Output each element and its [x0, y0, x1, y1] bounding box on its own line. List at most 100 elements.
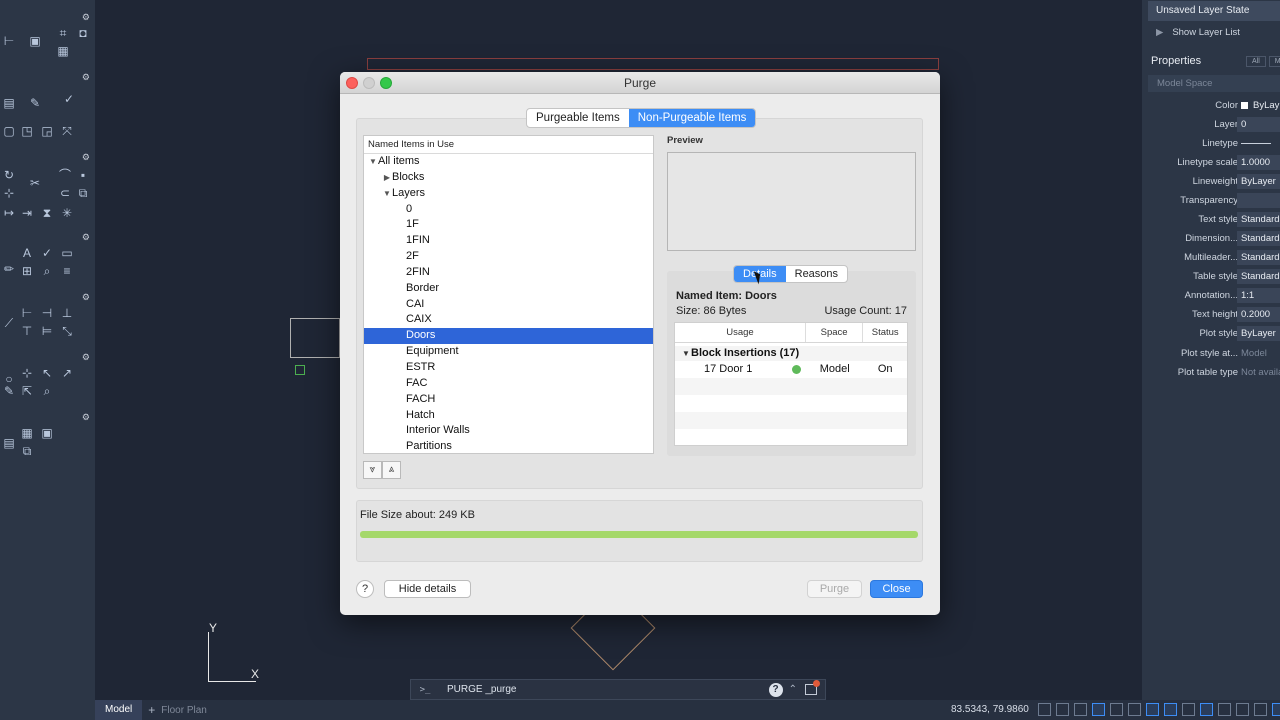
prop-row-text-height[interactable]: Text height 0.2000 — [1142, 307, 1280, 323]
tab-all[interactable]: All — [1246, 56, 1266, 67]
disclosure-closed-icon[interactable]: ▶ — [382, 170, 392, 186]
expand-all-icon[interactable]: ⩔ — [363, 461, 382, 479]
prop-row-layer[interactable]: Layer 0 — [1142, 117, 1280, 133]
attribute-tool-icon[interactable]: ◳ — [20, 124, 34, 138]
chevron-up-icon[interactable]: ⌃ — [789, 684, 797, 695]
close-button[interactable]: Close — [870, 580, 923, 598]
xref-tool-icon[interactable]: ⧉ — [20, 444, 34, 458]
minimize-window-icon[interactable] — [363, 77, 375, 89]
linear-dim-icon[interactable]: ⊢ — [20, 306, 34, 320]
tree-item-layer[interactable]: FACH — [364, 392, 653, 408]
continue-dim-icon[interactable]: ⊨ — [40, 324, 54, 338]
ortho-toggle-icon[interactable] — [1074, 703, 1087, 716]
trim-tool-icon[interactable]: ✂ — [28, 176, 42, 190]
region-tool-icon[interactable]: ▦ — [56, 44, 70, 58]
help-icon[interactable]: ? — [768, 682, 783, 697]
col-usage[interactable]: Usage — [675, 323, 806, 342]
tree-item-layer[interactable]: 0 — [364, 202, 653, 218]
node-tool-icon[interactable]: ⊹ — [20, 366, 34, 380]
tree-item-layer[interactable]: FAC — [364, 376, 653, 392]
col-status[interactable]: Status — [863, 323, 907, 342]
image-tool-icon[interactable]: ▣ — [40, 426, 54, 440]
pencil-tool-icon[interactable]: ✎ — [2, 384, 16, 398]
disclosure-open-icon[interactable]: ▼ — [368, 154, 378, 170]
brush-tool-icon[interactable]: ✏ — [2, 262, 16, 276]
tab-reasons[interactable]: Reasons — [786, 266, 847, 282]
mtext-tool-icon[interactable]: ≡ — [60, 264, 74, 278]
baseline-dim-icon[interactable]: ⊤ — [20, 324, 34, 338]
insert-tool-icon[interactable]: ⤧ — [60, 124, 74, 138]
move-tool-icon[interactable]: ⊹ — [2, 186, 16, 200]
col-space[interactable]: Space — [806, 323, 864, 342]
tree-item-layer[interactable]: CAIX — [364, 312, 653, 328]
leader-tool-icon[interactable]: ⤡ — [60, 324, 74, 338]
prop-row-color[interactable]: Color ByLay — [1142, 98, 1280, 114]
prop-row-linetype-scale[interactable]: Linetype scale 1.0000 — [1142, 155, 1280, 171]
prop-row-multileader[interactable]: Multileader... Standard — [1142, 250, 1280, 266]
gear-icon[interactable]: ⚙ — [82, 352, 90, 363]
tree-item-all[interactable]: ▼All items — [364, 154, 653, 170]
camera-tool-icon[interactable]: ◘ — [76, 26, 90, 40]
tree-item-layer[interactable]: Equipment — [364, 344, 653, 360]
sheet-tool-icon[interactable]: ▤ — [2, 436, 16, 450]
prop-row-transparency[interactable]: Transparency — [1142, 193, 1280, 209]
block-tool-icon[interactable]: ▢ — [2, 124, 16, 138]
tree-item-layer[interactable]: 1FIN — [364, 233, 653, 249]
workspace-icon[interactable] — [1254, 703, 1267, 716]
select-tool-icon[interactable]: ⌗ — [56, 26, 70, 40]
copy-tool-icon[interactable]: ⧉ — [76, 186, 90, 200]
gear-icon[interactable]: ⚙ — [82, 152, 90, 163]
prop-row-text-style[interactable]: Text style Standard — [1142, 212, 1280, 228]
prop-row-lineweight[interactable]: Lineweight ByLayer — [1142, 174, 1280, 190]
tree-item-layer[interactable]: 1F — [364, 217, 653, 233]
paste-tool-icon[interactable]: ▤ — [2, 96, 16, 110]
polar-toggle-icon[interactable] — [1092, 703, 1105, 716]
tab-floor-plan[interactable]: Floor Plan — [161, 705, 207, 716]
tree-item-layer[interactable]: Border — [364, 281, 653, 297]
spell-tool-icon[interactable]: ✓ — [40, 246, 54, 260]
line-tool-icon[interactable]: ⊢ — [2, 34, 16, 48]
mirror-tool-icon[interactable]: ⧗ — [40, 206, 54, 220]
text-tool-icon[interactable]: A — [20, 246, 34, 260]
add-layout-button[interactable]: + — [142, 703, 161, 717]
gear-icon[interactable]: ⚙ — [82, 72, 90, 83]
edit-tool-icon[interactable]: ✎ — [28, 96, 42, 110]
named-items-tree[interactable]: Named Items in Use ▼All items ▶ Blocks ▼L… — [363, 135, 654, 454]
lweight-toggle-icon[interactable] — [1182, 703, 1195, 716]
osnap-toggle-icon[interactable] — [1128, 703, 1141, 716]
field-tool-icon[interactable]: ▭ — [60, 246, 74, 260]
table-row[interactable]: 17 Door 1 Model On — [675, 361, 907, 378]
point-tool-icon[interactable]: ↖ — [40, 366, 54, 380]
help-button[interactable]: ? — [356, 580, 374, 598]
transparency-toggle-icon[interactable] — [1200, 703, 1213, 716]
prop-row-table-style[interactable]: Table style Standard — [1142, 269, 1280, 285]
rectangle-tool-icon[interactable]: ▣ — [28, 34, 42, 48]
stretch-tool-icon[interactable]: ↦ — [2, 206, 16, 220]
usage-group-row[interactable]: ▼Block Insertions (17) — [675, 346, 907, 361]
grip-tool-icon[interactable]: ⇱ — [20, 384, 34, 398]
tree-item-layers[interactable]: ▼Layers — [364, 186, 653, 202]
notification-icon[interactable] — [805, 680, 820, 695]
annotation-icon[interactable] — [1236, 703, 1249, 716]
purge-button[interactable]: Purge — [807, 580, 862, 598]
prop-row-linetype[interactable]: Linetype — [1142, 136, 1280, 152]
dyn-toggle-icon[interactable] — [1164, 703, 1177, 716]
find-tool-icon[interactable]: ⌕ — [40, 264, 54, 278]
tag-tool-icon[interactable]: ✓ — [62, 92, 76, 106]
tab-non-purgeable-items[interactable]: Non-Purgeable Items — [628, 109, 756, 127]
tree-item-layer[interactable]: Hatch — [364, 408, 653, 424]
zoom-window-icon[interactable] — [380, 77, 392, 89]
explode-tool-icon[interactable]: ✳ — [60, 206, 74, 220]
tab-m[interactable]: M — [1268, 56, 1280, 67]
tree-item-layer[interactable]: 2FIN — [364, 265, 653, 281]
offset-tool-icon[interactable]: ⊂ — [58, 186, 72, 200]
hide-details-button[interactable]: Hide details — [384, 580, 471, 598]
rotate-tool-icon[interactable]: ↻ — [2, 168, 16, 182]
arc-tool-icon[interactable]: ⌒ — [58, 168, 72, 182]
tree-item-layer[interactable]: ESTR — [364, 360, 653, 376]
tree-item-layer[interactable]: CAI — [364, 297, 653, 313]
angular-dim-icon[interactable]: ⊥ — [60, 306, 74, 320]
gear-icon[interactable]: ⚙ — [82, 232, 90, 243]
prop-row-dimension[interactable]: Dimension... Standard — [1142, 231, 1280, 247]
dim-tool-icon[interactable]: ⟋ — [2, 316, 16, 330]
